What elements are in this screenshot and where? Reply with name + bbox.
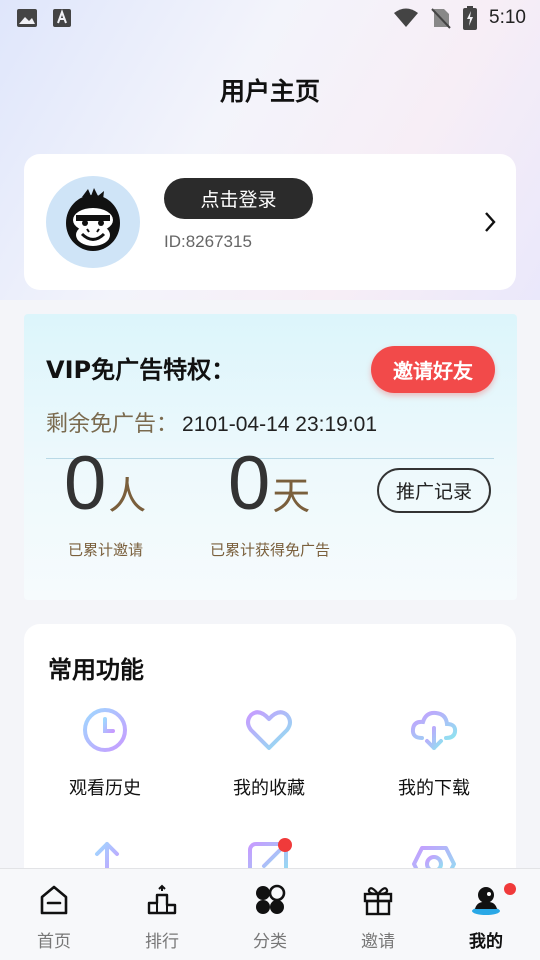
tab-ranking-label: 排行 (145, 932, 179, 952)
category-icon (256, 884, 286, 914)
battery-charging-icon (463, 6, 478, 30)
favorites-item[interactable]: 我的收藏 (194, 704, 344, 800)
notification-dot (504, 883, 516, 895)
podium-icon (147, 884, 177, 915)
ad-free-days-unit: 天 (272, 474, 311, 518)
gorilla-avatar-icon (66, 188, 120, 251)
ad-free-days-label: 已累计获得免广告 (210, 541, 331, 559)
page-title: 用户主页 (219, 77, 320, 106)
heart-icon (246, 710, 292, 750)
gallery-notification-icon (17, 9, 37, 27)
vip-privilege-card: VIP免广告特权： 邀请好友 剩余免广告： 2101-04-14 23:19:0… (24, 314, 517, 600)
no-sim-icon (431, 8, 451, 29)
font-notification-icon (53, 9, 71, 27)
watch-history-item[interactable]: 观看历史 (30, 704, 180, 800)
invited-unit: 人 (108, 474, 147, 518)
tab-invite-label: 邀请 (361, 932, 395, 952)
tab-category-label: 分类 (253, 932, 287, 952)
clock-icon (83, 708, 127, 752)
invite-friends-button[interactable]: 邀请好友 (371, 346, 495, 393)
tab-ranking[interactable]: 排行 (108, 869, 216, 960)
cloud-download-icon (410, 710, 458, 750)
invited-label: 已累计邀请 (68, 541, 144, 559)
tab-profile[interactable]: 我的 (432, 869, 540, 960)
status-bar: 5:10 (0, 0, 540, 36)
downloads-label: 我的下载 (398, 778, 470, 799)
clock-time: 5:10 (489, 7, 526, 28)
watch-history-label: 观看历史 (69, 778, 141, 799)
home-icon (40, 885, 68, 915)
user-id: ID:8267315 (164, 232, 252, 251)
wifi-icon (394, 8, 419, 27)
invited-count: 0 (64, 441, 107, 526)
login-button[interactable]: 点击登录 (164, 178, 313, 219)
ad-free-days-count: 0 (228, 441, 271, 526)
avatar[interactable] (46, 176, 140, 268)
tab-profile-label: 我的 (469, 932, 503, 952)
ad-free-days-stat: 0 天 (228, 446, 310, 522)
ad-free-remaining-row: 剩余免广告： 2101-04-14 23:19:01 (46, 406, 377, 438)
favorites-label: 我的收藏 (233, 778, 305, 799)
user-card[interactable]: 点击登录 ID:8267315 (24, 154, 516, 290)
functions-title: 常用功能 (48, 656, 144, 684)
chevron-right-icon[interactable] (482, 210, 498, 234)
downloads-item[interactable]: 我的下载 (359, 704, 509, 800)
vip-title: VIP免广告特权： (46, 356, 236, 384)
tab-category[interactable]: 分类 (216, 869, 324, 960)
gift-icon (363, 887, 393, 916)
ad-free-remaining-label: 剩余免广告： (46, 412, 179, 437)
tab-home-label: 首页 (37, 932, 71, 952)
tab-home[interactable]: 首页 (0, 869, 108, 960)
profile-icon (472, 887, 500, 915)
tab-invite[interactable]: 邀请 (324, 869, 432, 960)
bottom-tab-bar: 首页 排行 分类 邀请 我的 (0, 868, 540, 960)
notification-dot (278, 838, 292, 852)
invited-count-stat: 0 人 (64, 446, 146, 522)
promotion-record-button[interactable]: 推广记录 (377, 468, 491, 513)
ad-free-remaining-value: 2101-04-14 23:19:01 (182, 413, 378, 436)
